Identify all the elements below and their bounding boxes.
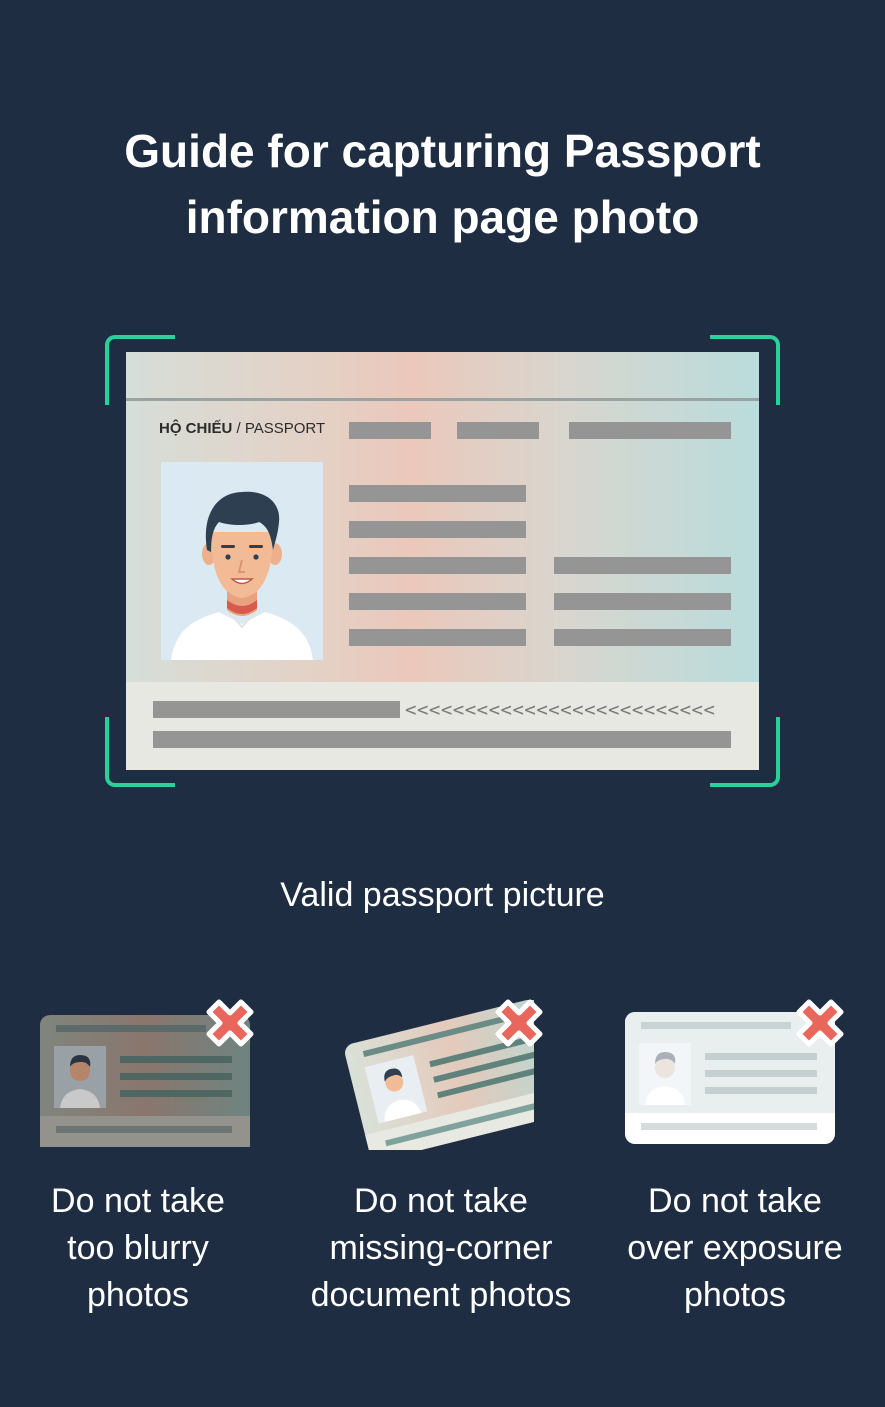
caption-line: document photos <box>310 1276 572 1314</box>
field-bar <box>554 593 731 610</box>
reject-x-icon <box>206 999 254 1047</box>
field-bar <box>349 422 431 439</box>
passport-label-vn: HỘ CHIẾU <box>159 420 233 437</box>
caption-line: Do not take <box>648 1182 822 1220</box>
reject-x-icon <box>495 999 543 1047</box>
caption-line: photos <box>86 1276 190 1314</box>
mrz-chevrons: <<<<<<<<<<<<<<<<<<<<<<<<<< <box>405 699 716 721</box>
page-title: Guide for capturing Passport information… <box>0 118 885 250</box>
field-bar <box>349 521 526 538</box>
passport-label: HỘ CHIẾU / PASSPORT <box>159 420 325 437</box>
reject-x-icon <box>796 999 844 1047</box>
field-bar <box>457 422 539 439</box>
overexposure-caption: Do not take over exposure photos <box>585 1178 885 1319</box>
field-bar <box>349 593 526 610</box>
passport-illustration: HỘ CHIẾU / PASSPORT <<<<<<<<<<<<<<<<<<<<… <box>126 352 759 770</box>
valid-caption: Valid passport picture <box>280 876 605 914</box>
mrz-bar <box>153 731 731 748</box>
passport-top-line <box>126 398 759 401</box>
field-bar <box>349 557 526 574</box>
passport-mrz-zone <box>126 682 759 770</box>
title-line-1: Guide for capturing Passport <box>124 125 761 177</box>
caption-line: Do not take <box>51 1182 225 1220</box>
field-bar <box>349 629 526 646</box>
caption-line: over exposure <box>627 1229 843 1267</box>
caption-line: missing-corner <box>329 1229 553 1267</box>
caption-line: Do not take <box>354 1182 528 1220</box>
field-bar <box>569 422 731 439</box>
caption-line: too blurry <box>67 1229 209 1267</box>
field-bar <box>349 485 526 502</box>
caption-line: photos <box>683 1276 787 1314</box>
blurry-caption: Do not take too blurry photos <box>0 1178 288 1319</box>
avatar-illustration <box>171 491 313 660</box>
mrz-bar <box>153 701 400 718</box>
field-bar <box>554 557 731 574</box>
passport-photo <box>161 462 323 660</box>
missing-corner-caption: Do not take missing-corner document phot… <box>291 1178 591 1319</box>
title-line-2: information page photo <box>185 191 700 243</box>
field-bar <box>554 629 731 646</box>
passport-label-en: / PASSPORT <box>236 420 326 437</box>
